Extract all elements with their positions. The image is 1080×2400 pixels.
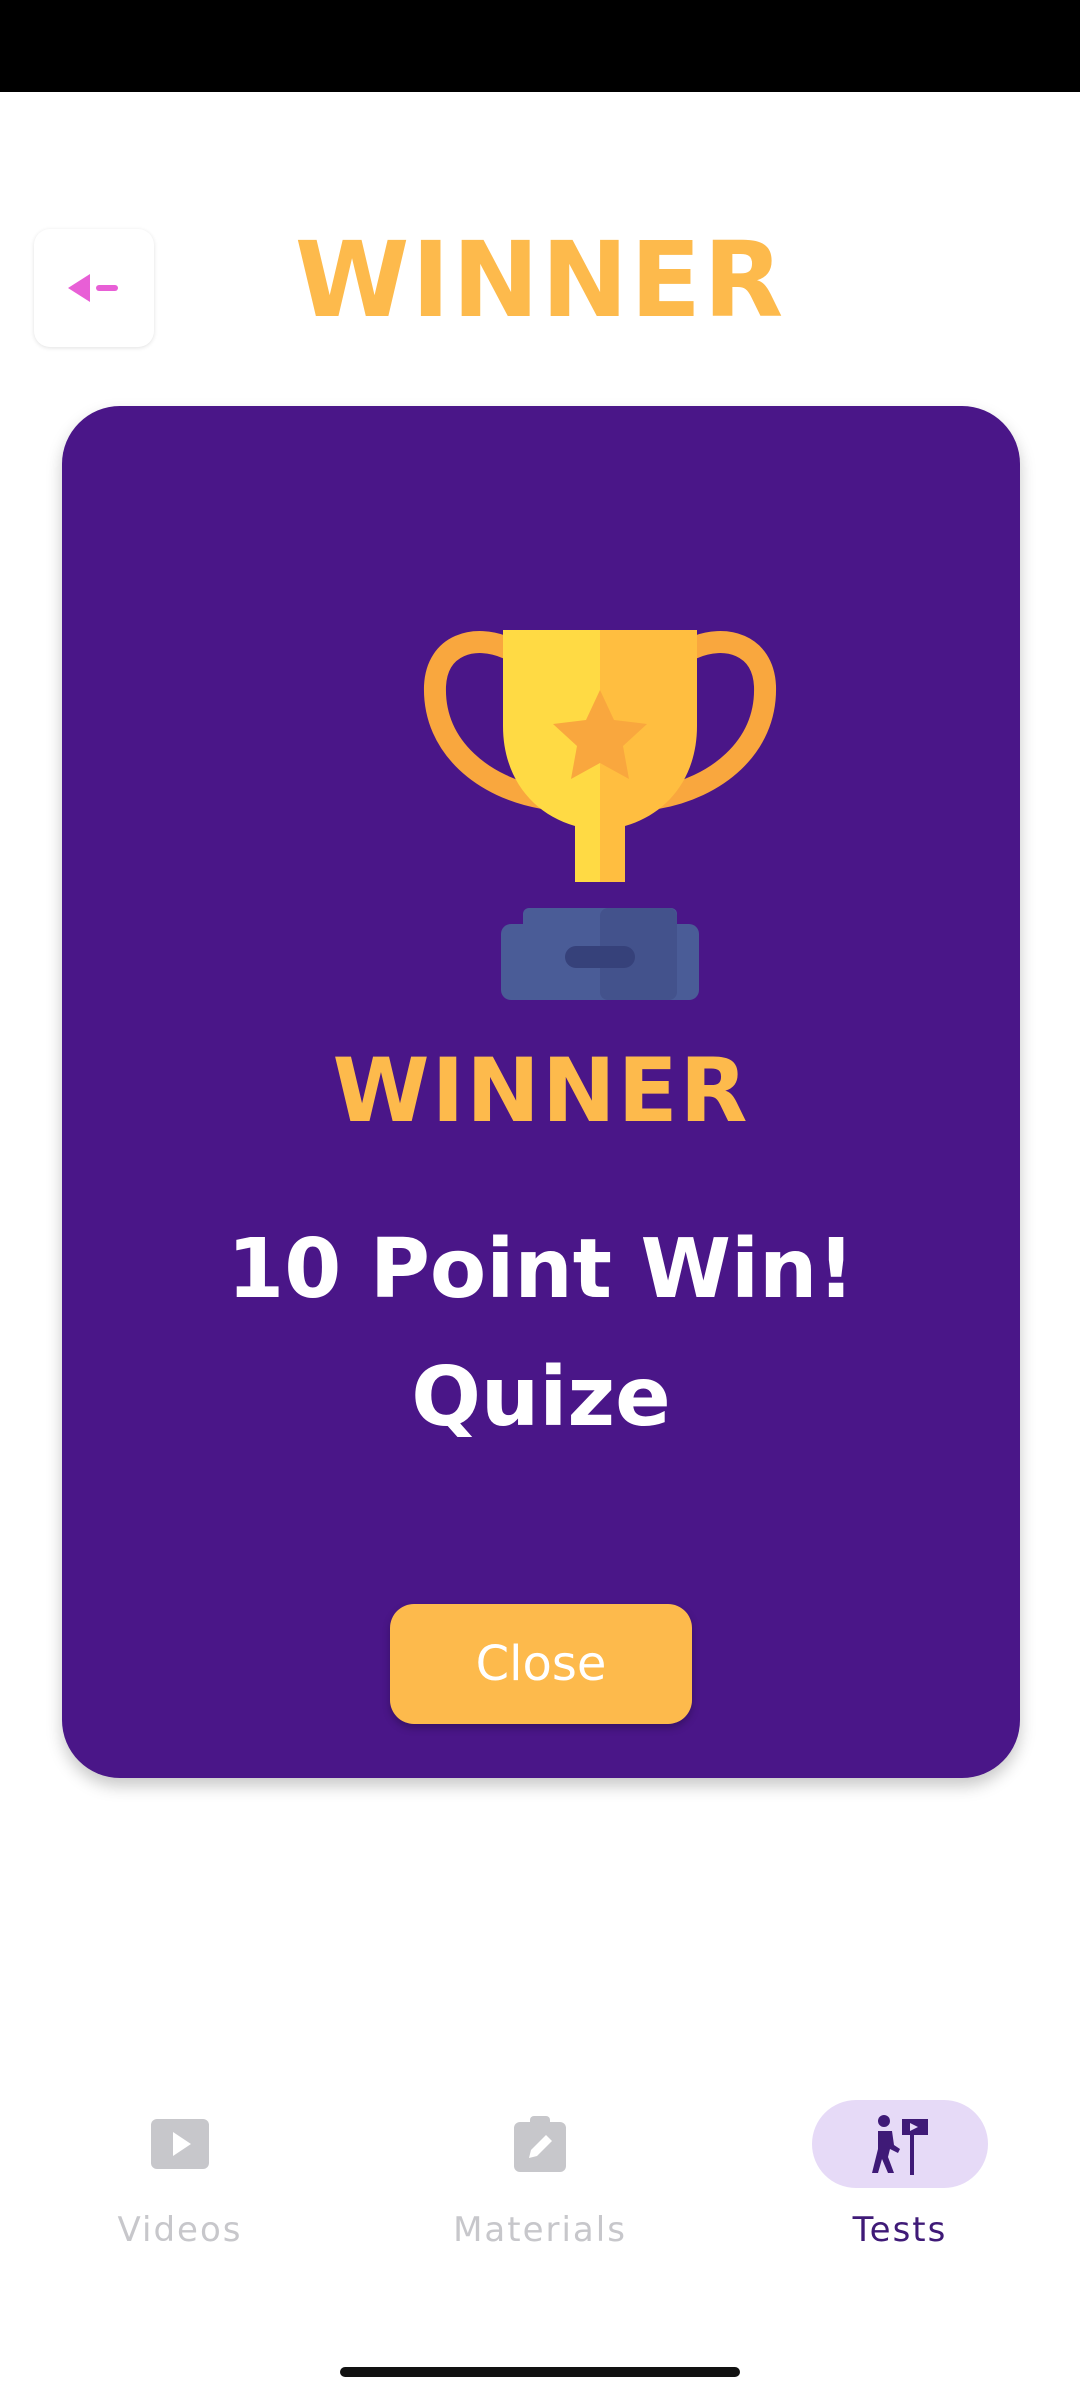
nav-icon-container xyxy=(452,2100,628,2188)
quiz-name: Quize xyxy=(411,1350,671,1445)
nav-icon-container xyxy=(812,2100,988,2188)
nav-icon-container xyxy=(92,2100,268,2188)
result-points: 10 Point Win! xyxy=(227,1222,855,1317)
home-indicator xyxy=(340,2367,740,2377)
card-title: WINNER xyxy=(332,1039,750,1142)
result-message: 10 Point Win! Quize xyxy=(102,1206,980,1462)
clipboard-edit-icon xyxy=(514,2116,566,2172)
nav-label-videos: Videos xyxy=(117,2210,243,2250)
page-title: WINNER xyxy=(294,219,786,341)
trophy-icon xyxy=(423,630,777,1000)
hiker-signpost-icon xyxy=(872,2115,928,2175)
nav-label-tests: Tests xyxy=(852,2210,948,2250)
bottom-navigation: Videos Materials Tests xyxy=(0,2080,1080,2280)
nav-item-videos[interactable]: Videos xyxy=(0,2080,360,2280)
winner-card: WINNER 10 Point Win! Quize Close xyxy=(62,406,1020,1778)
nav-item-materials[interactable]: Materials xyxy=(360,2080,720,2280)
close-button[interactable]: Close xyxy=(390,1604,692,1724)
nav-item-tests[interactable]: Tests xyxy=(720,2080,1080,2280)
status-bar xyxy=(0,0,1080,92)
play-icon xyxy=(151,2119,209,2169)
nav-label-materials: Materials xyxy=(453,2210,627,2250)
